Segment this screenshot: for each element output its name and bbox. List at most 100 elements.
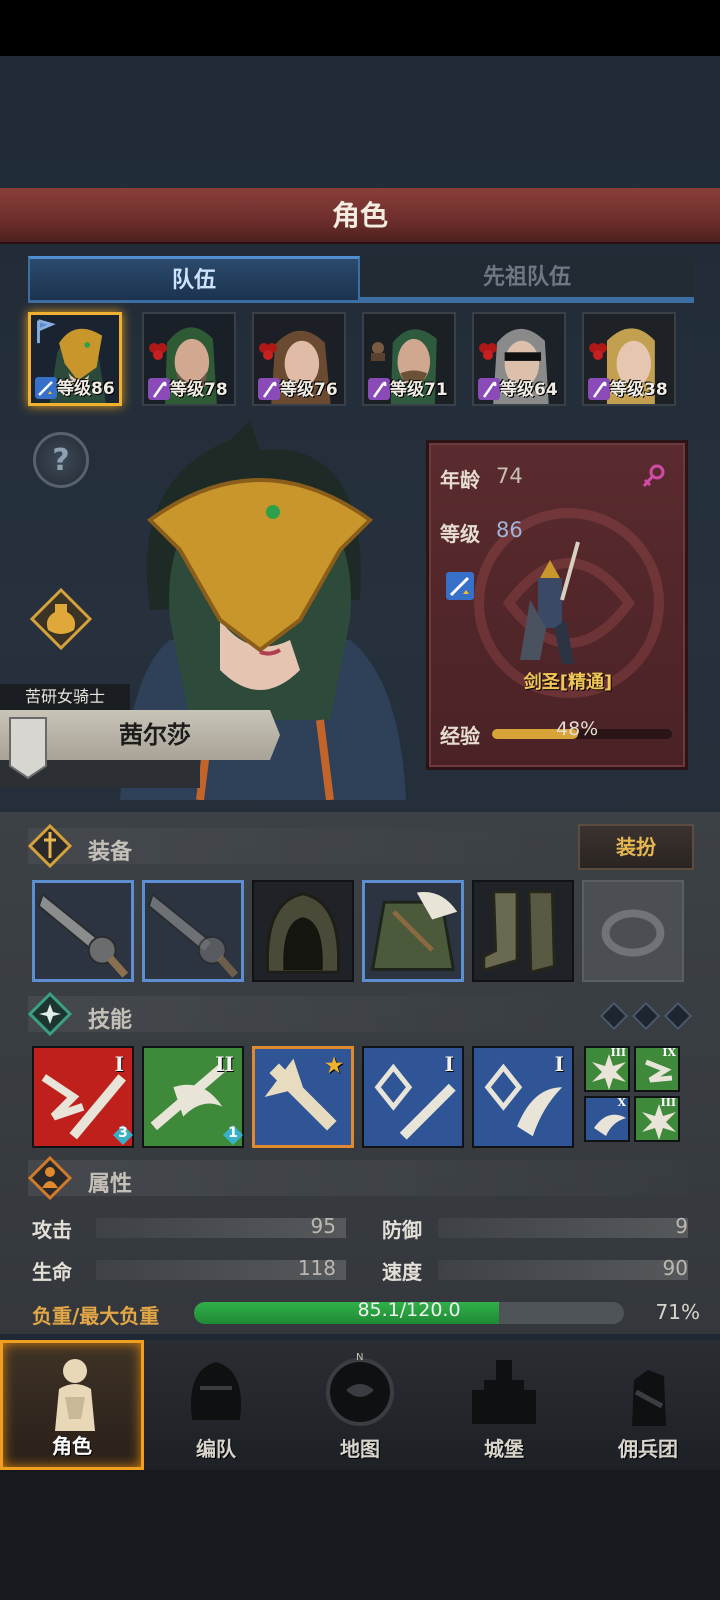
blood-drops-icon <box>479 343 497 360</box>
greatsword-icon <box>37 892 129 978</box>
load-label: 负重/最大负重 <box>32 1304 160 1328</box>
skill-gem-count: 3 <box>118 1125 128 1141</box>
nav-map[interactable]: N 地图 <box>288 1340 432 1470</box>
load-value: 85.1/120.0 <box>357 1299 461 1321</box>
tab-team[interactable]: 队伍 <box>28 256 360 300</box>
nav-castle[interactable]: 城堡 <box>432 1340 576 1470</box>
skill-rank: ★ <box>325 1053 343 1077</box>
roster-hero-1[interactable]: 等级86 <box>28 312 122 406</box>
roster-hero-6[interactable]: 等级38 <box>582 312 676 406</box>
nav-label: 角色 <box>52 1434 92 1458</box>
hero-level: 等级71 <box>390 380 448 400</box>
skill-star-icon <box>28 992 72 1036</box>
page-header: 角色 <box>0 188 720 244</box>
staff-class-icon <box>478 378 500 400</box>
skill-gem-count: 1 <box>228 1125 238 1141</box>
staff-class-icon <box>148 378 170 400</box>
outfit-button[interactable]: 装扮 <box>578 824 694 870</box>
equip-slot-body[interactable] <box>362 880 464 982</box>
help-button[interactable]: ? <box>33 432 89 488</box>
skill-rank: I <box>444 1052 454 1076</box>
hero-level: 等级78 <box>170 380 228 400</box>
potion-button[interactable] <box>30 588 92 650</box>
equip-slot-weapon-2[interactable] <box>142 880 244 982</box>
skill-rank: I <box>114 1052 124 1076</box>
passive-skill-1[interactable]: III <box>584 1046 630 1092</box>
skills-title: 技能 <box>88 1008 133 1033</box>
skill-4[interactable]: I <box>362 1046 464 1148</box>
equipment-title: 装备 <box>88 840 133 865</box>
hp-value: 118 <box>297 1256 336 1280</box>
equip-slot-weapon-1[interactable] <box>32 880 134 982</box>
passive-skill-2[interactable]: IX <box>634 1046 680 1092</box>
person-icon <box>28 1156 72 1200</box>
boots-icon <box>482 890 556 975</box>
speed-value: 90 <box>662 1256 688 1280</box>
class-name: 剑圣[精通] <box>523 672 613 693</box>
age-label: 年龄 <box>440 468 480 492</box>
status-bar <box>0 0 720 56</box>
dagger-icon <box>28 824 72 868</box>
staff-class-icon <box>258 378 280 400</box>
attack-label: 攻击 <box>32 1218 72 1242</box>
character-name[interactable]: 茜尔莎 <box>40 710 270 760</box>
greatsword-icon <box>147 892 239 978</box>
portrait-badge-icon <box>371 342 385 361</box>
hood-icon <box>265 892 341 974</box>
load-percent: 71% <box>655 1300 700 1324</box>
mercenary-fist-icon <box>632 1370 666 1426</box>
skill-rank: X <box>617 1096 626 1109</box>
skill-rank: III <box>660 1096 676 1109</box>
hero-level: 等级86 <box>57 379 115 399</box>
roster-hero-5[interactable]: 等级64 <box>472 312 566 406</box>
passive-skill-3[interactable]: X <box>584 1096 630 1142</box>
skill-2[interactable]: II 1 <box>142 1046 244 1148</box>
skill-3[interactable]: ★ <box>252 1046 354 1148</box>
equip-slot-feet[interactable] <box>472 880 574 982</box>
blood-drops-icon <box>259 343 277 360</box>
roster-hero-2[interactable]: 等级78 <box>142 312 236 406</box>
roster-hero-4[interactable]: 等级71 <box>362 312 456 406</box>
knight-icon <box>55 1359 95 1431</box>
bottom-spacer <box>0 1470 720 1600</box>
speed-label: 速度 <box>382 1260 422 1284</box>
swordsman-class-icon <box>446 572 474 600</box>
nav-label: 佣兵团 <box>618 1437 678 1461</box>
level-label: 等级 <box>440 522 480 546</box>
castle-icon <box>472 1360 536 1424</box>
helmet-icon <box>191 1362 241 1420</box>
nav-mercenary[interactable]: 佣兵团 <box>576 1340 720 1470</box>
page-title: 角色 <box>331 199 388 232</box>
hp-label: 生命 <box>32 1260 72 1284</box>
age-value: 74 <box>496 464 523 488</box>
nav-label: 编队 <box>196 1437 236 1461</box>
skill-rank: II <box>215 1052 234 1076</box>
defense-value: 9 <box>675 1214 688 1238</box>
female-icon <box>642 464 665 487</box>
ring-icon <box>601 909 665 957</box>
fur-coat-icon <box>370 892 458 971</box>
nav-formation[interactable]: 编队 <box>144 1340 288 1470</box>
class-figure <box>520 541 580 664</box>
roster-hero-3[interactable]: 等级76 <box>252 312 346 406</box>
tab-ancestor-team[interactable]: 先祖队伍 <box>360 256 694 300</box>
nav-label: 城堡 <box>484 1437 524 1461</box>
skill-1[interactable]: I 3 <box>32 1046 134 1148</box>
equip-slot-accessory[interactable] <box>582 880 684 982</box>
nav-character[interactable]: 角色 <box>0 1340 144 1470</box>
passive-skill-4[interactable]: III <box>634 1096 680 1142</box>
skill-rank: IX <box>662 1046 676 1059</box>
exp-label: 经验 <box>440 724 480 748</box>
hero-level: 等级76 <box>280 380 338 400</box>
svg-text:N: N <box>356 1352 363 1363</box>
staff-class-icon <box>368 378 390 400</box>
attack-value: 95 <box>310 1214 336 1238</box>
level-value: 86 <box>496 518 523 542</box>
compass-map-icon: N <box>326 1352 394 1426</box>
skill-rank: III <box>610 1046 626 1059</box>
nav-label: 地图 <box>340 1437 380 1461</box>
equip-slot-head[interactable] <box>252 880 354 982</box>
staff-class-icon <box>588 378 610 400</box>
hero-level: 等级38 <box>610 380 668 400</box>
skill-5[interactable]: I <box>472 1046 574 1148</box>
